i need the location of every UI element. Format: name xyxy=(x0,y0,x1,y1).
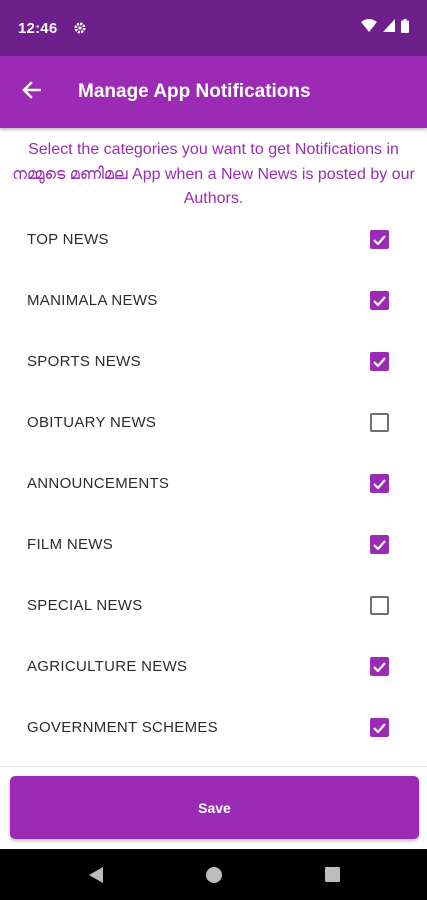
page-title: Manage App Notifications xyxy=(78,81,311,102)
status-time: 12:46 xyxy=(18,19,58,37)
check-icon xyxy=(373,722,386,733)
category-label: SPORTS NEWS xyxy=(27,353,141,370)
recents-square-icon[interactable] xyxy=(312,849,352,900)
category-item[interactable]: TOP NEWS xyxy=(0,209,427,270)
category-checkbox[interactable] xyxy=(370,413,389,432)
arrow-left-icon xyxy=(21,80,42,104)
category-checkbox[interactable] xyxy=(370,230,389,249)
category-label: OBITUARY NEWS xyxy=(27,414,157,431)
category-item[interactable]: AGRICULTURE NEWS xyxy=(0,636,427,697)
status-bar: 12:46 xyxy=(0,0,427,56)
category-label: TOP NEWS xyxy=(27,231,109,248)
category-list: TOP NEWS MANIMALA NEWS SPORTS NEWS OBITUARY… xyxy=(0,209,427,758)
category-checkbox[interactable] xyxy=(370,352,389,371)
app-bar: Manage App Notifications xyxy=(0,56,427,128)
category-checkbox[interactable] xyxy=(370,291,389,310)
category-item[interactable]: GOVERNMENT SCHEMES xyxy=(0,697,427,758)
category-checkbox[interactable] xyxy=(370,596,389,615)
category-checkbox[interactable] xyxy=(370,474,389,493)
back-triangle-icon[interactable] xyxy=(76,849,116,900)
status-icons xyxy=(361,18,409,38)
category-checkbox[interactable] xyxy=(370,718,389,737)
check-icon xyxy=(373,478,386,489)
back-button[interactable] xyxy=(0,56,62,128)
category-item[interactable]: SPORTS NEWS xyxy=(0,331,427,392)
check-icon xyxy=(373,539,386,550)
battery-icon xyxy=(401,18,409,38)
home-circle-icon[interactable] xyxy=(194,849,234,900)
check-icon xyxy=(373,234,386,245)
nav-bar xyxy=(0,849,427,900)
intro-text: Select the categories you want to get No… xyxy=(12,141,415,207)
check-icon xyxy=(373,356,386,367)
save-button[interactable]: Save xyxy=(10,776,419,839)
check-icon xyxy=(373,295,386,306)
category-checkbox[interactable] xyxy=(370,657,389,676)
category-label: SPECIAL NEWS xyxy=(27,597,143,614)
signal-icon xyxy=(383,19,395,37)
check-icon xyxy=(373,661,386,672)
category-item[interactable]: ANNOUNCEMENTS xyxy=(0,453,427,514)
category-checkbox[interactable] xyxy=(370,535,389,554)
category-label: FILM NEWS xyxy=(27,536,114,553)
category-label: AGRICULTURE NEWS xyxy=(27,658,188,675)
wifi-icon xyxy=(361,19,377,37)
category-item[interactable]: OBITUARY NEWS xyxy=(0,392,427,453)
category-label: GOVERNMENT SCHEMES xyxy=(27,719,218,736)
divider xyxy=(0,766,427,767)
category-item[interactable]: SPECIAL NEWS xyxy=(0,575,427,636)
category-item[interactable]: FILM NEWS xyxy=(0,514,427,575)
category-label: MANIMALA NEWS xyxy=(27,292,158,309)
category-label: ANNOUNCEMENTS xyxy=(27,475,170,492)
category-item[interactable]: MANIMALA NEWS xyxy=(0,270,427,331)
gear-icon xyxy=(73,21,87,35)
